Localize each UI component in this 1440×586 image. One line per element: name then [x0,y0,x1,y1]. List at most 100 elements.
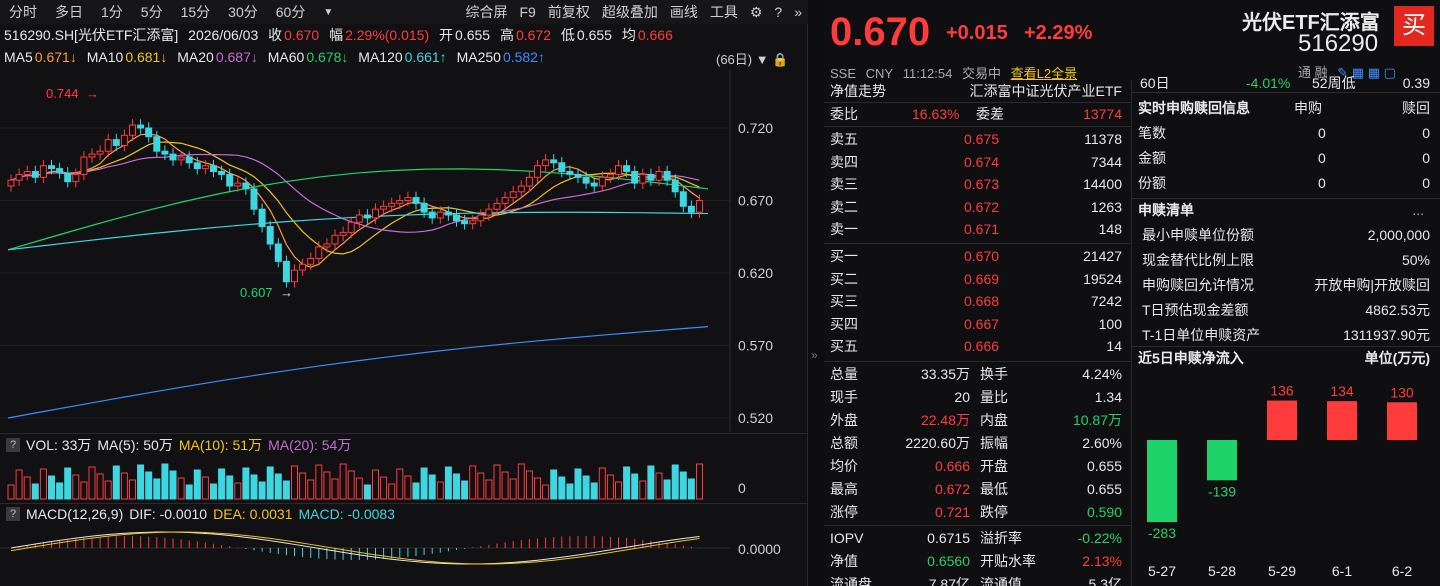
days-selector[interactable]: (66日) ▼ 🔒 [716,49,788,68]
flow-bar[interactable] [1327,401,1357,440]
bid-row[interactable]: 买五 0.666 14 [824,335,1132,357]
bid-row[interactable]: 买二 0.669 19524 [824,268,1132,290]
l2-link[interactable]: 查看L2全景 [1011,66,1077,81]
candle [39,165,47,178]
realtime-value: 0 [1318,125,1326,141]
tool-f9[interactable]: F9 [514,4,542,20]
candle [266,226,274,245]
volume-bar [96,473,104,500]
volume-bar [380,476,388,500]
volume-bar [428,474,436,500]
tool-画线[interactable]: 画线 [664,2,704,22]
double-chevron-right-icon[interactable]: » [811,348,818,362]
stat-row: 最高 0.672 最低 0.655 [824,478,1132,500]
help-icon[interactable]: ? [6,437,20,452]
panel-splitter[interactable]: » [808,0,824,586]
volume-bar [606,474,614,500]
volume-bar [169,470,177,500]
stat-value: 7.87亿 [928,576,970,586]
candle [258,208,266,228]
stat-label: 量比 [980,389,1008,405]
candle [234,182,242,187]
price-change: +0.015 [946,22,1008,44]
order-book-column: 净值走势 汇添富中证光伏产业ETF 委比 16.63% 委差 13774 卖五 0.675 11… [824,80,1132,586]
period-tab[interactable]: 多日 [46,2,92,22]
open-value: 0.655 [455,27,491,43]
tool-工具[interactable]: 工具 [704,2,744,22]
ask-row[interactable]: 卖一 0.671 148 [824,218,1132,240]
double-chevron-right-icon[interactable]: » [788,4,808,20]
period-tab[interactable]: 15分 [172,2,220,22]
flow-bar-chart: -283 5-27 -139 5-28 136 5-29 134 6-1 130 6-2 [1147,383,1417,579]
ask-row[interactable]: 卖五 0.675 11378 [824,128,1132,150]
ask-row[interactable]: 卖三 0.673 14400 [824,173,1132,195]
period-tab[interactable]: 分时 [0,2,46,22]
flow-bar-label: 130 [1390,384,1414,400]
col-header: 赎回 [1402,100,1430,116]
volume-bar [23,476,31,500]
candle [48,165,55,170]
bid-volume: 100 [1098,315,1122,332]
price-tick: 0.520 [738,410,773,426]
bid-label: 买三 [830,293,858,310]
arrow-right-icon: → [86,86,99,101]
bid-row[interactable]: 买四 0.667 100 [824,313,1132,335]
candle [193,162,201,170]
flow-bar[interactable] [1207,440,1237,481]
period-tab[interactable]: 5分 [132,2,172,22]
list-row: 现金替代比例上限 50% [1132,249,1440,271]
security-code: 516290 [1298,30,1379,57]
weicha-label: 委差 [976,106,1004,122]
list-label: 现金替代比例上限 [1142,252,1254,268]
volume-bar [218,468,226,500]
ask-row[interactable]: 卖四 0.674 7344 [824,151,1132,173]
ask-row[interactable]: 卖二 0.672 1263 [824,196,1132,218]
realtime-value: 0 [1422,150,1430,166]
candle [331,234,339,245]
macd-chart[interactable]: 0.0000 [0,524,808,586]
bid-row[interactable]: 买三 0.668 7242 [824,290,1132,312]
candle [307,258,315,265]
tool-超级叠加[interactable]: 超级叠加 [596,2,664,22]
volume-chart[interactable]: 0 [0,455,808,503]
flow-bar[interactable] [1147,440,1177,523]
candle [88,153,96,158]
more-icon[interactable]: ... [1412,202,1424,218]
candle-chart[interactable]: 0.7200.6700.6200.5700.520 0.744 → 0.607 … [0,70,808,432]
volume-bar [274,473,282,500]
flow-bar[interactable] [1387,402,1417,440]
volume-bar [145,471,153,500]
ask-label: 卖四 [830,153,858,170]
tool-前复权[interactable]: 前复权 [542,2,596,22]
last-price: 0.670 [830,10,931,54]
volume-bar [412,482,420,500]
list-label: T日预估现金差额 [1142,302,1249,318]
gear-icon[interactable]: ⚙ [744,4,769,21]
candle [590,182,598,187]
volume-bar [525,470,533,500]
bid-row[interactable]: 买一 0.670 21427 [824,245,1132,267]
volume-bar [31,483,39,500]
realtime-value: 0 [1422,125,1430,141]
kline-panel: 分时 多日 1分 5分 15分 30分 60分 ▼ 综合屏 F9 前复权 超级叠… [0,0,808,586]
nav-trend-row[interactable]: 净值走势 汇添富中证光伏产业ETF [824,80,1132,102]
period-tab[interactable]: 1分 [92,2,132,22]
list-label: T-1日单位申赎资产 [1142,327,1261,343]
flow-bar[interactable] [1267,400,1297,440]
buy-button[interactable]: 买 [1394,6,1434,46]
help-icon[interactable]: ? [6,506,20,521]
period-tab[interactable]: 30分 [219,2,267,22]
volume-bar [226,475,234,500]
period-tab[interactable]: 60分 [267,2,315,22]
stat-row: 均价 0.666 开盘 0.655 [824,455,1132,477]
stat-value: 0.6715 [927,530,970,546]
tool-综合屏[interactable]: 综合屏 [460,2,514,22]
candle [380,205,388,210]
triangle-down-icon[interactable]: ▼ [314,7,342,18]
candle [525,176,533,187]
volume-bar [444,466,452,500]
help-icon[interactable]: ? [768,4,788,20]
weibi-value: 16.63% [912,106,960,122]
bid-price: 0.666 [964,338,1000,355]
candle [120,134,128,146]
